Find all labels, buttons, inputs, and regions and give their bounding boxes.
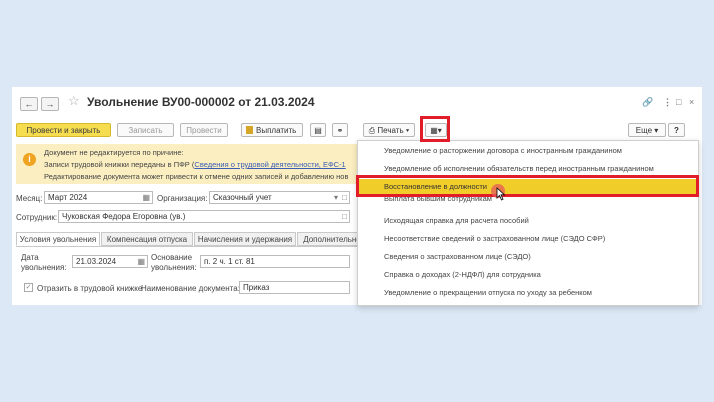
post-button[interactable]: Провести bbox=[180, 123, 228, 137]
menu-item-income-certificate[interactable]: Справка о доходах (2-НДФЛ) для сотрудник… bbox=[358, 267, 696, 283]
document-name-field[interactable]: Приказ bbox=[239, 281, 350, 294]
calendar-icon[interactable]: ▦ bbox=[137, 256, 145, 267]
create-based-on-menu: Уведомление о расторжении договора с ино… bbox=[357, 140, 699, 306]
open-icon[interactable]: □ bbox=[342, 192, 347, 203]
window-title: Увольнение ВУ00-000002 от 21.03.2024 bbox=[87, 95, 315, 109]
post-and-close-button[interactable]: Провести и закрыть bbox=[16, 123, 111, 137]
help-button[interactable]: ? bbox=[668, 123, 685, 137]
back-arrow-icon: ← bbox=[24, 99, 34, 109]
menu-item-sedo-insured[interactable]: Сведения о застрахованном лице (СЭДО) bbox=[358, 249, 696, 265]
paperclip-icon: ⚭ bbox=[336, 126, 344, 135]
pay-button[interactable]: Выплатить bbox=[241, 123, 303, 137]
window-menu-icon[interactable]: □ bbox=[676, 97, 681, 107]
month-field[interactable]: Март 2024 ▦ bbox=[44, 191, 153, 204]
pfr-records-link[interactable]: Сведения о трудовой деятельности, ЕФС-1 bbox=[194, 160, 345, 169]
notice-line-2: Записи трудовой книжки переданы в ПФР (С… bbox=[44, 160, 346, 169]
link-icon[interactable]: 🔗 bbox=[642, 97, 653, 108]
employee-label: Сотрудник: bbox=[16, 213, 58, 222]
dismissal-date-label-1: Дата bbox=[21, 253, 39, 262]
print-button[interactable]: ⎙ Печать ▾ bbox=[363, 123, 415, 137]
tab-divider bbox=[16, 246, 396, 247]
printer-icon: ⎙ bbox=[368, 126, 376, 135]
document-name-label: Наименование документа: bbox=[141, 284, 240, 293]
dismissal-date-field[interactable]: 21.03.2024 ▦ bbox=[72, 255, 148, 268]
dismissal-basis-label-1: Основание bbox=[151, 253, 193, 262]
dismissal-basis-field[interactable]: п. 2 ч. 1 ст. 81 bbox=[200, 255, 350, 268]
forward-button[interactable]: → bbox=[41, 97, 59, 111]
month-value: Март 2024 bbox=[48, 193, 88, 202]
calendar-icon[interactable]: ▦ bbox=[142, 192, 150, 203]
callout-reinstatement bbox=[356, 175, 699, 197]
reflect-in-workbook-checkbox[interactable]: ✓ bbox=[24, 283, 33, 292]
reflect-in-workbook-label: Отразить в трудовой книжке bbox=[37, 284, 143, 293]
pay-label: Выплатить bbox=[256, 126, 297, 135]
menu-item-leave-end-notice[interactable]: Уведомление о прекращении отпуска по ухо… bbox=[358, 285, 696, 301]
chevron-down-icon: ▾ bbox=[405, 126, 410, 135]
save-button[interactable]: Записать bbox=[117, 123, 174, 137]
dismissal-basis-label-2: увольнения: bbox=[151, 263, 197, 272]
tab-accruals-deductions[interactable]: Начисления и удержания bbox=[194, 232, 296, 246]
open-icon[interactable]: □ bbox=[342, 211, 347, 222]
pay-icon bbox=[246, 126, 253, 134]
employee-field[interactable]: Чуковская Федора Егоровна (ув.) □ bbox=[58, 210, 350, 223]
month-label: Месяц: bbox=[16, 194, 43, 203]
chevron-down-icon: ▾ bbox=[654, 126, 659, 135]
tab-vacation-compensation[interactable]: Компенсация отпуска bbox=[101, 232, 193, 246]
forward-arrow-icon: → bbox=[45, 99, 55, 109]
callout-create-based-on bbox=[420, 116, 450, 142]
read-only-notice: i Документ не редактируется по причине: … bbox=[16, 144, 396, 184]
report-icon: ▤ bbox=[314, 126, 322, 135]
dismissal-date-label-2: увольнения: bbox=[21, 263, 67, 272]
more-label: Еще bbox=[635, 126, 653, 135]
attach-button[interactable]: ⚭ bbox=[332, 123, 348, 137]
more-button[interactable]: Еще ▾ bbox=[628, 123, 666, 137]
tab-dismissal-conditions[interactable]: Условия увольнения bbox=[16, 232, 100, 246]
mouse-cursor-icon bbox=[496, 187, 506, 201]
notice-line-3: Редактирование документа может привести … bbox=[44, 172, 349, 181]
menu-item-sedo-mismatch[interactable]: Несоответствие сведений о застрахованном… bbox=[358, 231, 696, 247]
employee-value: Чуковская Федора Егоровна (ув.) bbox=[62, 212, 186, 221]
organization-field[interactable]: Сказочный учет ▾ □ bbox=[209, 191, 350, 204]
back-button[interactable]: ← bbox=[20, 97, 38, 111]
info-icon: i bbox=[23, 153, 36, 166]
menu-item-benefits-certificate[interactable]: Исходящая справка для расчета пособий bbox=[358, 213, 696, 229]
more-icon[interactable]: ⋮ bbox=[663, 97, 672, 108]
close-icon[interactable]: × bbox=[689, 97, 694, 107]
print-label: Печать bbox=[377, 126, 404, 135]
notice-line-2-prefix: Записи трудовой книжки переданы в ПФР ( bbox=[44, 160, 195, 169]
organization-label: Организация: bbox=[157, 194, 208, 203]
star-icon[interactable]: ☆ bbox=[68, 93, 80, 109]
menu-item-termination-notice[interactable]: Уведомление о расторжении договора с ино… bbox=[358, 143, 696, 159]
chevron-down-icon[interactable]: ▾ bbox=[334, 192, 338, 203]
organization-value: Сказочный учет bbox=[213, 193, 272, 202]
dismissal-date-value: 21.03.2024 bbox=[76, 257, 117, 266]
report-button[interactable]: ▤ bbox=[310, 123, 326, 137]
notice-line-1: Документ не редактируется по причине: bbox=[44, 148, 184, 157]
